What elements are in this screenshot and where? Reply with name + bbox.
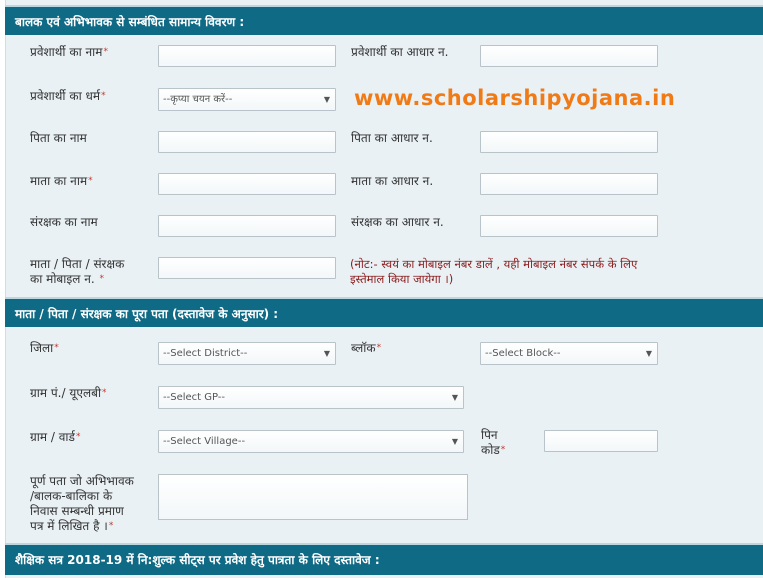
father-name-input[interactable] [158,131,336,153]
student-aadhar-input[interactable] [480,45,658,67]
district-label: जिला* [30,341,59,355]
watermark-text: www.scholarshipyojana.in [354,86,676,110]
block-label: ब्लॉक* [351,341,382,355]
student-religion-label: प्रवेशार्थी का धर्म* [30,89,106,103]
gp-selected-value: --Select GP-- [163,392,226,403]
pincode-label: पिन कोड* [481,428,506,457]
full-address-textarea[interactable] [158,474,468,520]
block-selected-value: --Select Block-- [485,348,561,359]
chevron-down-icon: ▼ [645,349,652,358]
guardian-name-label: संरक्षक का नाम [30,215,98,229]
father-aadhar-input[interactable] [480,131,658,153]
student-name-label: प्रवेशार्थी का नाम* [30,45,108,59]
village-selected-value: --Select Village-- [163,436,246,447]
district-selected-value: --Select District-- [163,348,248,359]
mother-name-label: माता का नाम* [30,174,93,188]
mother-name-input[interactable] [158,173,336,195]
pincode-input[interactable] [544,430,658,452]
chevron-down-icon: ▼ [323,349,330,358]
section-header-address: माता / पिता / संरक्षक का पूरा पता (दस्ता… [5,297,763,327]
mobile-note: (नोट:- स्वयं का मोबाइल नंबर डालें , यही … [350,257,638,286]
full-address-label: पूर्ण पता जो अभिभावक /बालक-बालिका के निव… [30,474,134,533]
chevron-down-icon: ▼ [451,437,458,446]
mobile-label: माता / पिता / संरक्षक का मोबाइल न. * [30,257,125,286]
mother-aadhar-input[interactable] [480,173,658,195]
gp-select[interactable]: --Select GP-- ▼ [158,386,464,409]
guardian-name-input[interactable] [158,215,336,237]
father-name-label: पिता का नाम [30,131,87,145]
block-select[interactable]: --Select Block-- ▼ [480,342,658,365]
student-aadhar-label: प्रवेशार्थी का आधार न. [351,45,449,59]
student-name-input[interactable] [158,45,336,67]
religion-selected-value: --कृप्या चयन करें-- [163,94,233,105]
village-label: ग्राम / वार्ड* [30,430,81,444]
gp-label: ग्राम पं./ यूएलबी* [30,386,107,400]
mobile-input[interactable] [158,257,336,279]
mother-aadhar-label: माता का आधार न. [351,174,434,188]
section-header-documents: शैक्षिक सत्र 2018-19 में नि:शुल्क सीट्स … [5,543,763,575]
chevron-down-icon: ▼ [323,95,330,104]
guardian-aadhar-label: संरक्षक का आधार न. [351,215,444,229]
district-select[interactable]: --Select District-- ▼ [158,342,336,365]
student-religion-select[interactable]: --कृप्या चयन करें-- ▼ [158,88,336,111]
village-select[interactable]: --Select Village-- ▼ [158,430,464,453]
section-header-general: बालक एवं अभिभावक से सम्बंधित सामान्य विव… [5,5,763,35]
guardian-aadhar-input[interactable] [480,215,658,237]
chevron-down-icon: ▼ [451,393,458,402]
father-aadhar-label: पिता का आधार न. [351,131,433,145]
